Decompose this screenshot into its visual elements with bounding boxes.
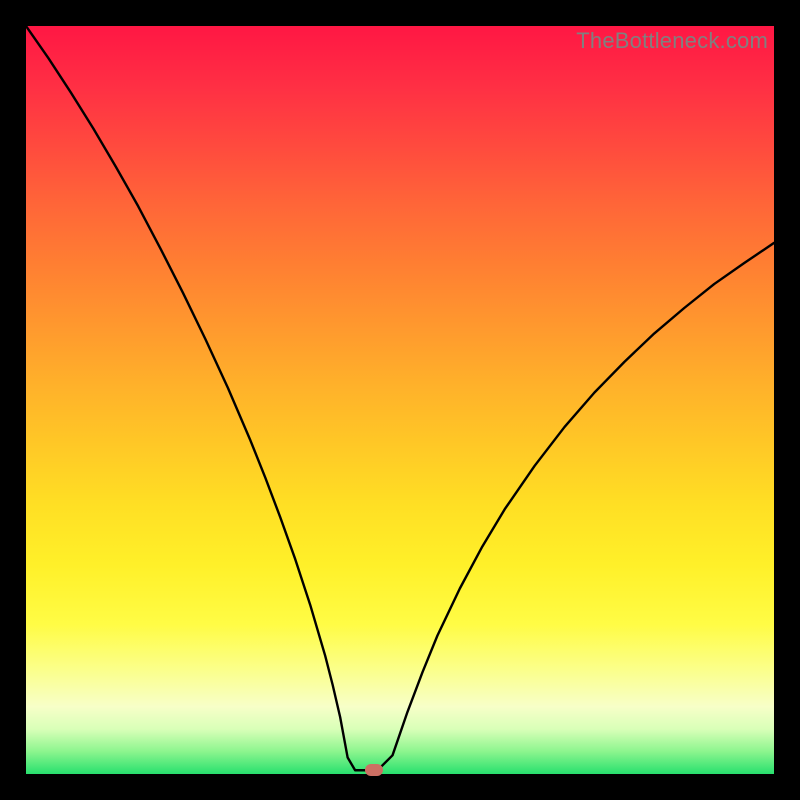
bottleneck-marker bbox=[365, 764, 383, 776]
bottleneck-curve bbox=[26, 26, 774, 774]
chart-plot-area: TheBottleneck.com bbox=[26, 26, 774, 774]
chart-frame: TheBottleneck.com bbox=[0, 0, 800, 800]
